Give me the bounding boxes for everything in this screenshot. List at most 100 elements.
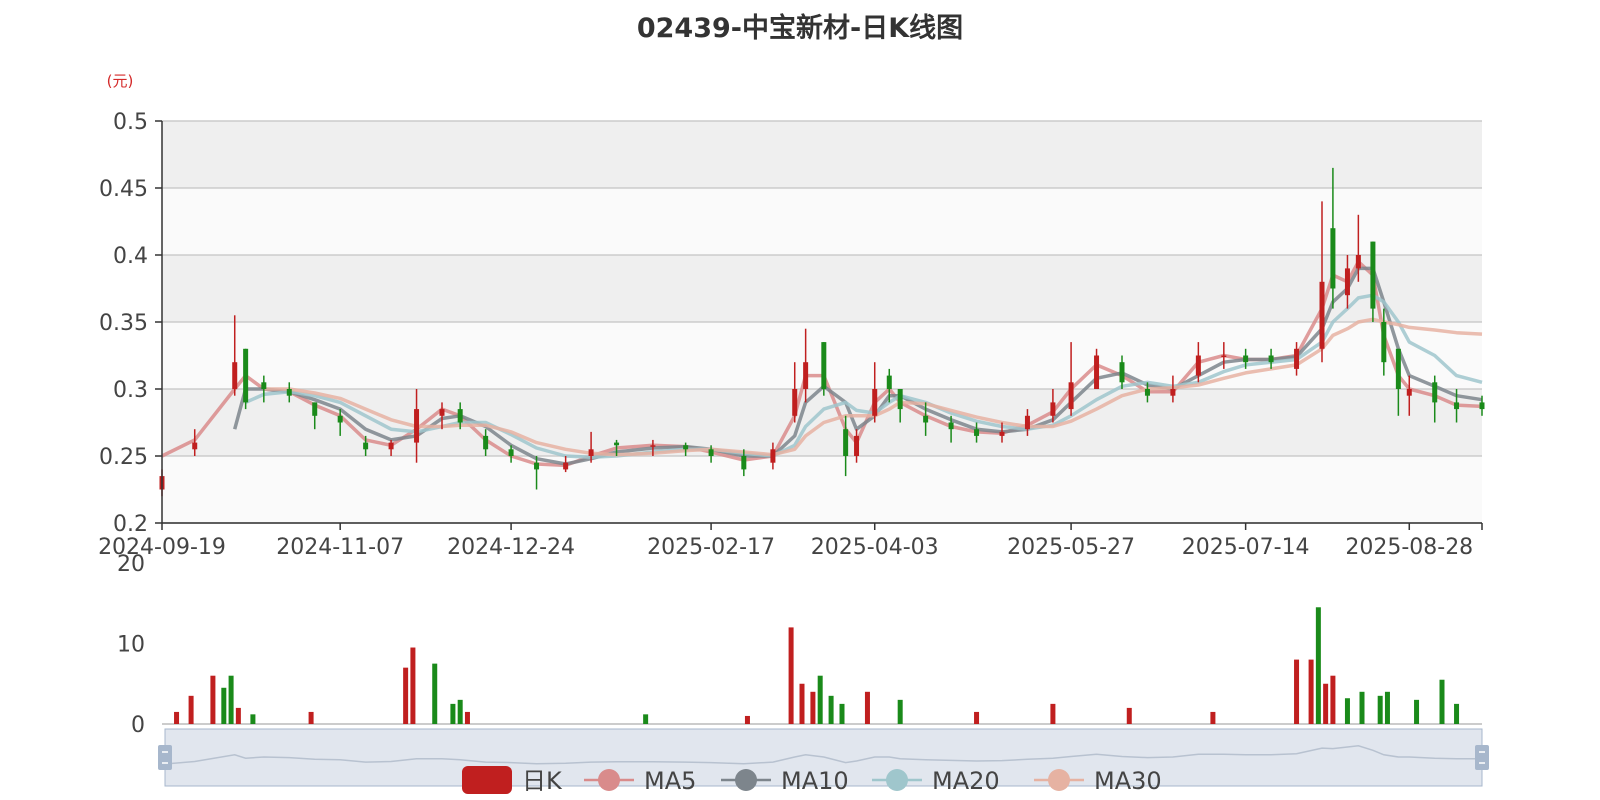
candle-body (614, 442, 620, 446)
candle-body (1432, 382, 1438, 403)
candlestick-legend-icon (462, 766, 512, 794)
volume-bar (210, 675, 216, 724)
volume-bar (643, 714, 649, 724)
candle-body (534, 462, 540, 470)
candle-body (683, 445, 689, 450)
volume-bar (188, 695, 194, 724)
volume-bar (457, 699, 463, 724)
candle-body (1406, 389, 1412, 396)
volume-bar (974, 711, 980, 724)
x-tick-label: 2025-04-03 (811, 535, 939, 560)
legend-label: 日K (522, 767, 563, 795)
candle-body (232, 362, 238, 389)
volume-bar (228, 675, 234, 724)
candle-body (243, 348, 249, 403)
handle-grip[interactable] (158, 745, 172, 770)
volume-bar (1439, 679, 1445, 724)
candle-body (886, 375, 892, 389)
candle-body (388, 442, 394, 450)
y-tick-label: 0.35 (99, 311, 148, 336)
candle-body (999, 431, 1005, 436)
price-unit-label: (元) (107, 72, 134, 90)
volume-bar (450, 703, 456, 724)
volume-bar (1384, 691, 1390, 724)
candle-body (1355, 255, 1361, 269)
legend-label: MA20 (932, 767, 1000, 795)
kline-chart: (元) 0.20.250.30.350.40.450.52024-09-19 20… (98, 72, 1489, 795)
volume-bar (1454, 703, 1460, 724)
legend-item[interactable]: MA30 (1034, 767, 1162, 795)
y-tick-label: 0.3 (113, 378, 148, 403)
volume-bar (1323, 683, 1329, 724)
volume-y-tick-label: 20 (117, 552, 145, 577)
line-legend-marker (598, 769, 620, 791)
handle-grip[interactable] (1475, 745, 1489, 770)
candle-body (1294, 348, 1300, 369)
legend-label: MA5 (644, 767, 696, 795)
x-tick-label: 2025-05-27 (1007, 535, 1135, 560)
candle-body (708, 449, 714, 456)
volume-bar (1315, 607, 1321, 724)
volume-bar (788, 627, 794, 724)
volume-bar (235, 707, 241, 724)
volume-bar (1344, 698, 1350, 724)
volume-bar (464, 711, 470, 724)
volume-bar (250, 714, 256, 724)
candle-body (923, 415, 929, 423)
legend-label: MA30 (1094, 767, 1162, 795)
volume-bar (1050, 703, 1056, 724)
volume-bar (221, 687, 227, 724)
candlestick (243, 348, 249, 410)
candle-body (1344, 268, 1350, 296)
candle-body (741, 456, 747, 470)
candle-body (588, 449, 594, 456)
x-tick-label: 2025-08-28 (1345, 535, 1473, 560)
candle-body (261, 382, 267, 389)
candle-body (803, 362, 809, 389)
y-tick-label: 0.2 (113, 512, 148, 537)
x-tick-label: 2024-11-07 (276, 535, 404, 560)
candle-body (948, 422, 954, 430)
candle-body (1221, 355, 1227, 357)
candle-body (1050, 402, 1056, 416)
candle-body (1144, 389, 1150, 396)
legend-item[interactable]: MA20 (872, 767, 1000, 795)
candle-body (974, 429, 980, 436)
x-tick-label: 2025-07-14 (1182, 535, 1310, 560)
candle-body (483, 435, 489, 450)
candle-body (1330, 228, 1336, 289)
legend-item[interactable]: MA10 (721, 767, 849, 795)
slider-handle-left[interactable] (158, 745, 172, 770)
y-tick-label: 0.4 (113, 244, 148, 269)
volume-bar (403, 667, 409, 724)
candle-body (439, 409, 445, 416)
candle-body (1068, 382, 1074, 410)
slider-handle-right[interactable] (1475, 745, 1489, 770)
candle-body (1170, 389, 1176, 396)
line-legend-marker (735, 769, 757, 791)
x-tick-label: 2025-02-17 (647, 535, 775, 560)
candle-body (897, 389, 903, 410)
candle-body (1119, 362, 1125, 383)
volume-bar (1359, 691, 1365, 724)
candle-body (792, 389, 798, 416)
volume-bar (1126, 707, 1132, 724)
candle-body (1319, 281, 1325, 349)
candle-body (457, 409, 463, 423)
volume-bar (799, 683, 805, 724)
candle-body (821, 342, 827, 389)
volume-bar (308, 711, 314, 724)
volume-bar (897, 699, 903, 724)
candle-body (1479, 402, 1485, 410)
candle-body (1454, 402, 1460, 410)
volume-bar (828, 695, 834, 724)
candle-body (312, 402, 318, 416)
volume-y-tick-label: 10 (117, 633, 145, 658)
candle-body (843, 429, 849, 456)
volume-bar (174, 711, 180, 724)
candle-body (1195, 355, 1201, 376)
candle-body (770, 449, 776, 463)
volume-bar (1330, 675, 1336, 724)
candle-body (1243, 355, 1249, 363)
volume-bar (1294, 659, 1300, 724)
